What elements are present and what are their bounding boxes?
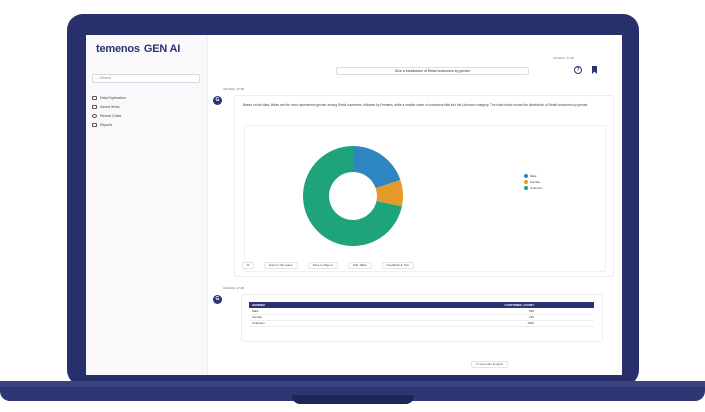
table-timestamp: 31/10/24, 17:48 [223, 286, 244, 290]
legend-swatch [524, 174, 528, 178]
app-screen: temenos GEN AI ⌕ Search Data Exploration … [86, 35, 622, 375]
assistant-avatar: G [213, 96, 222, 105]
feedback-button[interactable]: Feedback & Tips [381, 262, 414, 269]
sidebar-nav: Data Exploration Saved Items Recent Chat… [92, 93, 126, 129]
generate-insights-label: Generate Insights [479, 362, 504, 366]
generate-insights-button[interactable]: ⟳ Generate Insights [471, 361, 509, 368]
table-cell: 1920 [307, 320, 594, 327]
answer-card: Based on the data, Males are the most re… [234, 95, 614, 277]
sidebar-item-label: Reports [100, 122, 113, 127]
laptop-base-lip [0, 381, 705, 387]
copy-button[interactable]: ⧉ [242, 262, 255, 269]
table-card: GENDER CUSTOMER_COUNT Male 530 Female 23… [241, 294, 603, 342]
answer-actions: ⧉ Export / Re-query Save to Report SQL T… [242, 262, 414, 269]
sidebar-item-reports[interactable]: Reports [92, 120, 126, 129]
user-query: Give a breakdown of Retail customers by … [336, 67, 529, 75]
header-timestamp: 31/10/24, 17:48 [553, 56, 574, 60]
laptop-notch [292, 395, 414, 404]
chart-legend: Male Female Unknown [524, 173, 543, 191]
chart-area [244, 125, 606, 272]
brand-name: temenos [96, 43, 140, 55]
sidebar-item-saved-items[interactable]: Saved Items [92, 102, 126, 111]
app-logo: temenos GEN AI [96, 43, 180, 55]
sidebar-item-recent-chats[interactable]: Recent Chats [92, 111, 126, 120]
chart-icon [92, 95, 97, 100]
legend-label: Unknown [530, 186, 543, 190]
sidebar-item-label: Data Exploration [100, 95, 126, 100]
save-report-button[interactable]: Save to Report [307, 262, 338, 269]
bookmark-icon [92, 104, 97, 109]
search-input[interactable]: ⌕ Search [92, 74, 200, 83]
sidebar-item-data-exploration[interactable]: Data Exploration [92, 93, 126, 102]
help-icon[interactable]: ? [574, 66, 582, 74]
legend-label: Female [530, 180, 541, 184]
sql-table-button[interactable]: SQL Table [347, 262, 372, 269]
legend-swatch [524, 186, 528, 190]
table-cell: Unknown [249, 320, 308, 327]
assistant-avatar: G [213, 295, 222, 304]
legend-swatch [524, 180, 528, 184]
table-row: Unknown 1920 [249, 320, 594, 327]
clock-icon [92, 113, 97, 118]
report-icon [92, 122, 97, 127]
sidebar: temenos GEN AI ⌕ Search Data Exploration … [86, 35, 208, 375]
result-table: GENDER CUSTOMER_COUNT Male 530 Female 23… [249, 302, 594, 327]
main-panel: 31/10/24, 17:48 Give a breakdown of Reta… [208, 35, 622, 375]
legend-label: Male [530, 174, 537, 178]
bookmark-icon[interactable] [592, 66, 597, 74]
donut-chart [303, 146, 403, 246]
sidebar-item-label: Saved Items [100, 104, 120, 109]
legend-item-unknown: Unknown [524, 185, 543, 191]
sidebar-item-label: Recent Chats [100, 113, 122, 118]
product-name: GEN AI [143, 43, 181, 55]
export-button[interactable]: Export / Re-query [264, 262, 298, 269]
donut-slice-male[interactable] [353, 146, 401, 189]
answer-text: Based on the data, Males are the most re… [243, 103, 589, 107]
answer-timestamp: 31/10/24, 17:48 [223, 87, 244, 91]
search-placeholder: Search [99, 76, 112, 80]
